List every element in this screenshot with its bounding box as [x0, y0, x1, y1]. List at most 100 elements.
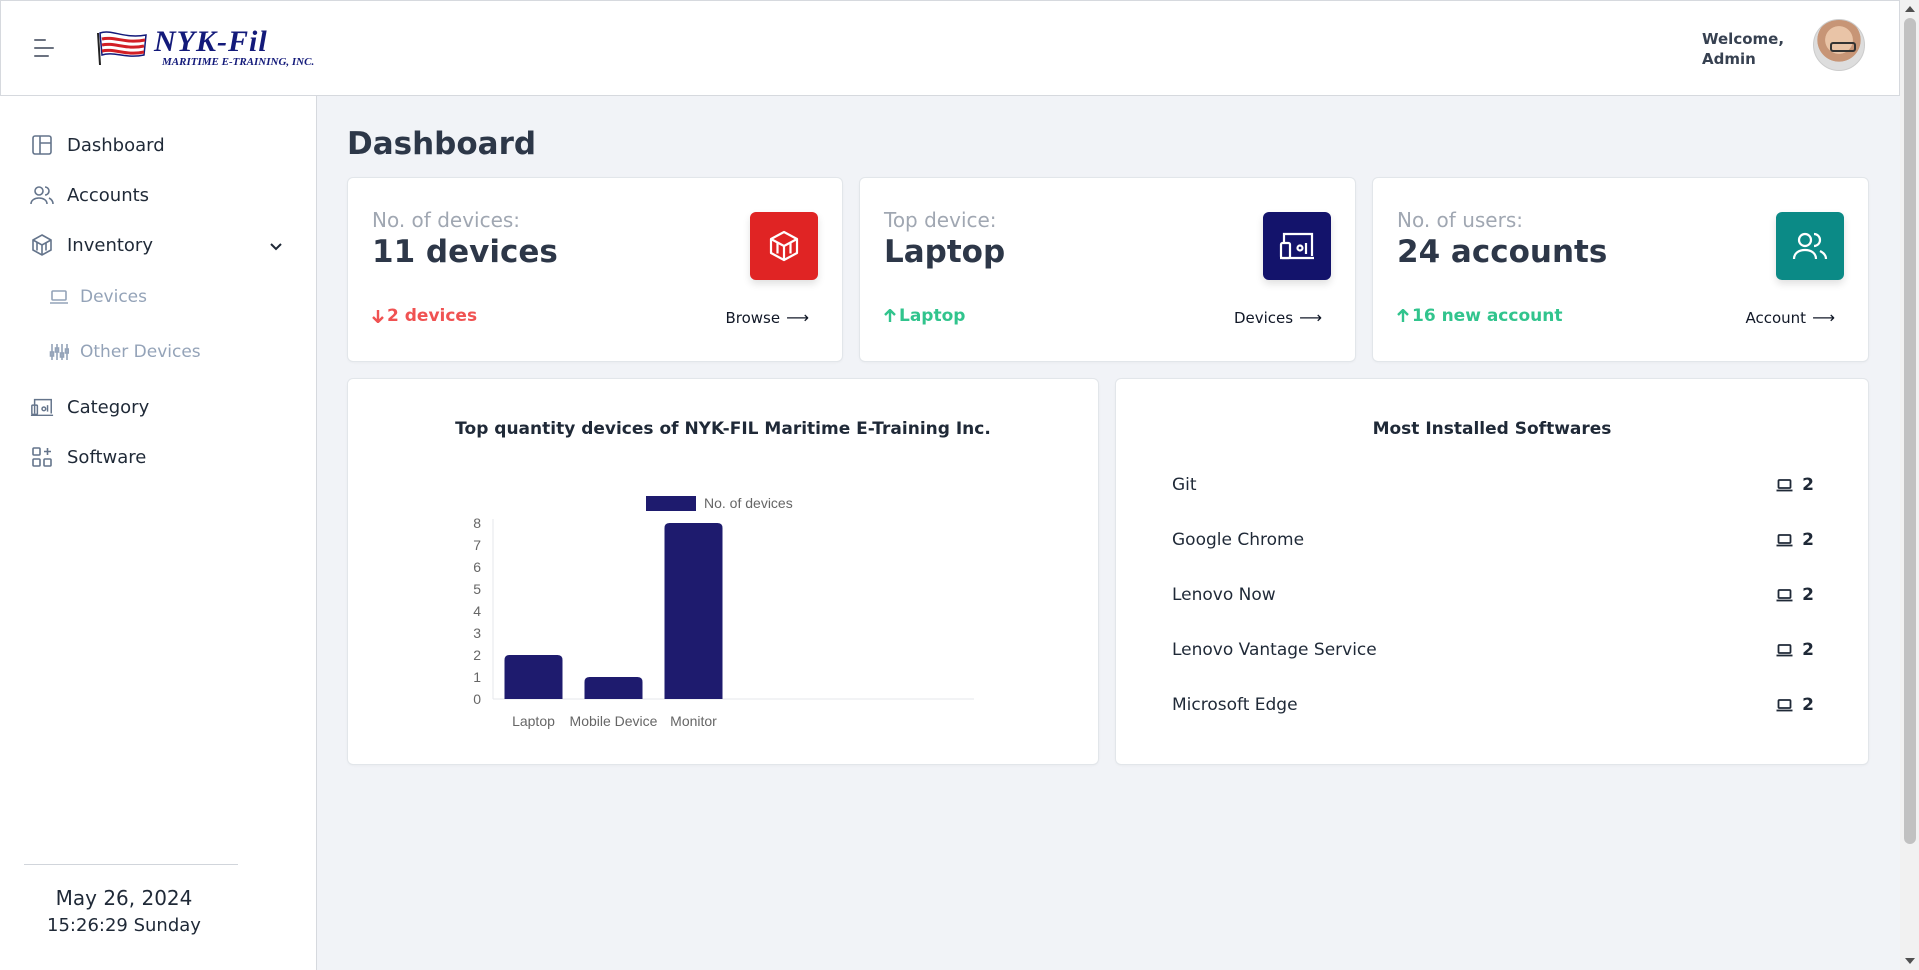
users-icon [1776, 212, 1844, 280]
welcome-greeting: Welcome, [1702, 30, 1785, 48]
stat-value: Laptop [884, 234, 1006, 270]
devices-icon [30, 395, 54, 419]
devices-icon [1263, 212, 1331, 280]
y-tick-label: 3 [473, 625, 481, 641]
current-time: 15:26:29 Sunday [47, 915, 201, 936]
scroll-up-icon[interactable] [1905, 6, 1915, 12]
stat-label: Top device: [884, 208, 997, 232]
users-icon [30, 183, 54, 207]
laptop-icon [1776, 478, 1793, 491]
software-count-value: 2 [1802, 640, 1814, 660]
software-row: Microsoft Edge 2 [1172, 695, 1814, 715]
software-card-title: Most Installed Softwares [1372, 419, 1612, 439]
sidebar-item-label: Other Devices [80, 342, 201, 362]
stat-value: 11 devices [372, 234, 558, 270]
software-count: 2 [1776, 475, 1814, 495]
laptop-icon [1776, 643, 1793, 656]
layout-icon [30, 133, 54, 157]
software-name: Microsoft Edge [1172, 695, 1298, 715]
y-tick-label: 8 [473, 515, 481, 531]
stat-change-text: 2 devices [387, 306, 478, 326]
sidebar-item-category[interactable]: Category [30, 395, 149, 419]
sidebar-item-inventory[interactable]: Inventory [30, 233, 153, 257]
browse-link[interactable]: Browse ⟶ [725, 308, 809, 327]
grid-plus-icon [30, 445, 54, 469]
sidebar-item-label: Category [67, 396, 150, 418]
page-title: Dashboard [347, 126, 537, 162]
software-count-value: 2 [1802, 585, 1814, 605]
sidebar-item-label: Accounts [67, 184, 150, 206]
y-tick-label: 2 [473, 647, 481, 663]
software-name: Lenovo Now [1172, 585, 1276, 605]
devices-stat-card: No. of devices: 11 devices 2 devices Bro… [347, 177, 843, 362]
link-label: Account [1745, 308, 1807, 327]
logo-sub-text: MARITIME E-TRAINING, INC. [162, 56, 315, 68]
arrow-right-icon: ⟶ [786, 308, 809, 327]
welcome-username: Admin [1702, 50, 1756, 68]
software-count: 2 [1776, 530, 1814, 550]
bar-laptop[interactable] [504, 655, 563, 699]
arrow-right-icon: ⟶ [1299, 308, 1322, 327]
x-tick-label: Laptop [512, 713, 555, 729]
y-tick-label: 0 [473, 691, 481, 707]
sidebar-item-software[interactable]: Software [30, 445, 146, 469]
software-count: 2 [1776, 640, 1814, 660]
top-device-stat-card: Top device: Laptop Laptop Devices ⟶ [859, 177, 1356, 362]
sidebar-item-label: Software [67, 446, 147, 468]
software-name: Google Chrome [1172, 530, 1305, 550]
sidebar-item-other-devices[interactable]: Other Devices [49, 342, 201, 362]
logo-main-text: NYK-Fil [154, 25, 268, 58]
bar-monitor[interactable] [664, 523, 723, 699]
sliders-icon [49, 342, 69, 362]
page-scrollbar[interactable] [1900, 0, 1919, 970]
software-name: Git [1172, 475, 1197, 495]
sidebar-item-dashboard[interactable]: Dashboard [30, 133, 165, 157]
software-card: Most Installed Softwares Git 2 Google Chro… [1115, 378, 1869, 765]
account-link[interactable]: Account ⟶ [1745, 308, 1835, 327]
link-label: Devices [1233, 308, 1294, 327]
software-count-value: 2 [1802, 530, 1814, 550]
user-avatar[interactable] [1813, 19, 1865, 71]
sidebar-item-devices[interactable]: Devices [49, 287, 147, 307]
chevron-down-icon[interactable] [268, 238, 284, 254]
y-tick-label: 7 [473, 537, 481, 553]
y-tick-label: 4 [473, 603, 481, 619]
laptop-icon [1776, 698, 1793, 711]
bar-chart: 0 1 2 3 4 5 6 7 8 Laptop Mobile Device Monitor [473, 515, 974, 729]
sidebar: Dashboard Accounts Inventory Devices Oth… [0, 96, 317, 970]
y-tick-label: 1 [473, 669, 481, 685]
y-tick-label: 6 [473, 559, 481, 575]
software-name: Lenovo Vantage Service [1172, 640, 1377, 660]
sidebar-item-accounts[interactable]: Accounts [30, 183, 149, 207]
x-tick-label: Mobile Device [570, 713, 658, 729]
stat-value: 24 accounts [1397, 234, 1608, 270]
software-count: 2 [1776, 585, 1814, 605]
flag-icon [97, 31, 147, 66]
stat-change: Laptop [884, 306, 965, 326]
stat-label: No. of users: [1397, 208, 1523, 232]
scroll-down-icon[interactable] [1905, 958, 1915, 964]
scrollbar-thumb[interactable] [1904, 18, 1916, 844]
software-row: Google Chrome 2 [1172, 530, 1814, 550]
top-header: NYK-Fil MARITIME E-TRAINING, INC. Welcom… [0, 0, 1900, 96]
welcome-text: Welcome, Admin [1702, 29, 1784, 69]
software-row: Git 2 [1172, 475, 1814, 495]
menu-toggle-icon[interactable] [34, 37, 56, 59]
x-tick-label: Monitor [670, 713, 717, 729]
arrow-up-icon [884, 309, 896, 322]
laptop-icon [1776, 588, 1793, 601]
stat-change: 2 devices [372, 306, 477, 326]
software-count-value: 2 [1802, 695, 1814, 715]
current-date: May 26, 2024 [55, 886, 193, 910]
company-logo[interactable]: NYK-Fil MARITIME E-TRAINING, INC. [96, 25, 315, 68]
devices-link[interactable]: Devices ⟶ [1234, 308, 1322, 327]
cube-icon [750, 212, 818, 280]
box-icon [30, 233, 54, 257]
bar-mobile-device[interactable] [584, 677, 643, 699]
y-tick-label: 5 [473, 581, 481, 597]
stat-label: No. of devices: [372, 208, 521, 232]
users-stat-card: No. of users: 24 accounts 16 new account… [1372, 177, 1869, 362]
stat-change: 16 new account [1397, 306, 1562, 326]
laptop-icon [49, 287, 69, 307]
link-label: Browse [725, 308, 781, 327]
